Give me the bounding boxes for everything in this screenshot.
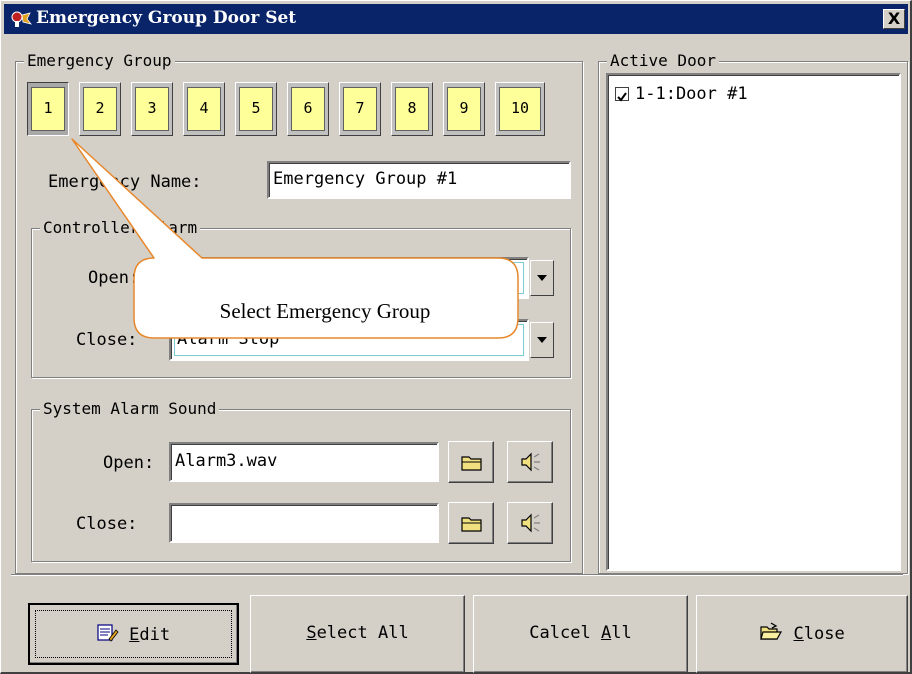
system-alarm-close-browse-button[interactable] [448,502,494,544]
combo-focus-frame [174,262,524,294]
group-button-6[interactable]: 6 [287,82,329,136]
door-label: 1-1:Door #1 [635,84,748,104]
group-button-3[interactable]: 3 [131,82,173,136]
group-button-4[interactable]: 4 [183,82,225,136]
group-button-label: 5 [239,87,273,131]
group-button-10[interactable]: 10 [495,82,545,136]
window-close-button[interactable]: X [883,9,905,29]
chevron-down-icon [537,337,547,343]
system-alarm-close-input[interactable] [169,503,439,543]
group-button-label: 6 [291,87,325,131]
edit-mnemonic: E [129,625,140,645]
emergency-group-door-set-window: Emergency Group Door Set X Emergency Gro… [0,0,912,674]
door-checkbox[interactable] [615,87,629,102]
select-all-button-label: Select All [251,622,464,644]
close-button[interactable]: Close [696,595,908,673]
close-label-rest: lose [803,624,845,644]
group-button-label: 4 [187,87,221,131]
group-button-label: 10 [499,87,541,131]
select-all-button[interactable]: Select All [250,595,465,673]
group-button-label: 8 [395,87,429,131]
group-button-label: 1 [31,87,65,131]
speaker-icon [521,513,540,533]
system-alarm-close-play-button[interactable] [507,502,553,544]
cancel-all-button-label: Calcel All [474,622,687,644]
controller-alarm-close-dropdown-button[interactable] [530,322,554,358]
cancel-all-mnemonic: A [600,623,612,643]
system-alarm-sound-legend: System Alarm Sound [40,399,220,419]
system-alarm-open-input[interactable]: Alarm3.wav [169,442,439,482]
folder-icon [461,517,482,532]
checkmark-icon [617,92,627,102]
group-button-label: 3 [135,87,169,131]
active-door-legend: Active Door [607,51,719,71]
system-alarm-open-browse-button[interactable] [448,441,494,483]
controller-alarm-close-value: Alarm Stop [177,329,280,349]
edit-button-label: Edit [30,623,237,646]
cancel-all-label-rest: ll [611,623,632,643]
edit-icon [97,624,119,642]
group-button-9[interactable]: 9 [443,82,485,136]
group-button-label: 7 [343,87,377,131]
window-title: Emergency Group Door Set [36,8,297,28]
group-button-2[interactable]: 2 [79,82,121,136]
separator [11,574,903,576]
select-all-mnemonic: S [306,623,317,643]
edit-label-rest: dit [139,625,171,645]
group-button-label: 9 [447,87,481,131]
edit-button[interactable]: Edit [28,603,239,665]
controller-alarm-legend: Controller Alarm [40,218,201,238]
folder-icon [461,456,482,471]
controller-alarm-open-dropdown-button[interactable] [530,260,554,296]
group-button-7[interactable]: 7 [339,82,381,136]
chevron-down-icon [537,275,547,281]
emergency-name-input[interactable]: Emergency Group #1 [267,161,571,199]
emergency-name-label: Emergency Name: [48,172,202,192]
controller-alarm-close-label: Close: [76,330,138,350]
speaker-icon [521,452,540,472]
group-button-8[interactable]: 8 [391,82,433,136]
active-door-list[interactable]: 1-1:Door #1 [606,73,901,571]
system-alarm-open-play-button[interactable] [507,441,553,483]
emergency-group-legend: Emergency Group [24,51,175,71]
controller-alarm-open-select[interactable] [169,257,529,299]
cancel-all-label-prefix: Calcel [529,623,601,643]
system-alarm-close-label: Close: [76,514,138,534]
app-icon [11,11,32,27]
close-mnemonic: C [793,624,804,644]
system-alarm-open-label: Open: [103,453,155,473]
group-button-5[interactable]: 5 [235,82,277,136]
close-icon: X [887,9,901,28]
select-all-label-rest: elect All [316,623,409,643]
group-button-1[interactable]: 1 [27,82,69,136]
close-button-label: Close [697,622,907,645]
controller-alarm-open-label: Open: [88,268,140,288]
open-folder-icon [760,622,783,640]
group-button-label: 2 [83,87,117,131]
title-bar[interactable]: Emergency Group Door Set X [4,4,908,34]
cancel-all-button[interactable]: Calcel All [473,595,688,673]
controller-alarm-close-select[interactable]: Alarm Stop [169,319,529,361]
